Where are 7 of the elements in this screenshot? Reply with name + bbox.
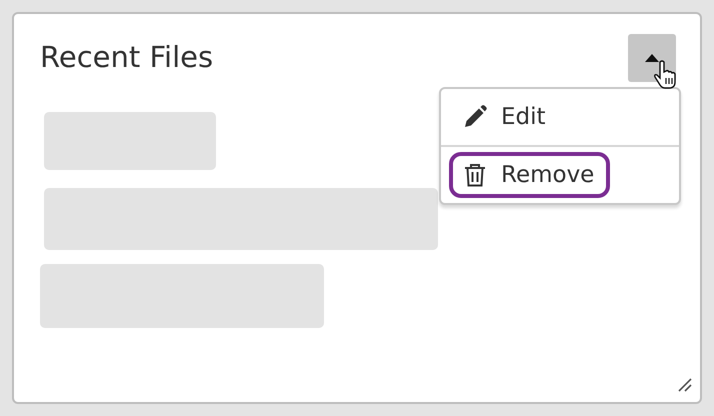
trash-icon [463, 163, 487, 187]
menu-item[interactable]: Remove [449, 152, 610, 198]
card-title: Recent Files [40, 40, 214, 74]
resize-handle-icon[interactable] [678, 378, 692, 392]
menu-item[interactable]: Edit [449, 94, 562, 140]
caret-up-icon [645, 54, 659, 62]
pencil-icon [463, 105, 487, 129]
